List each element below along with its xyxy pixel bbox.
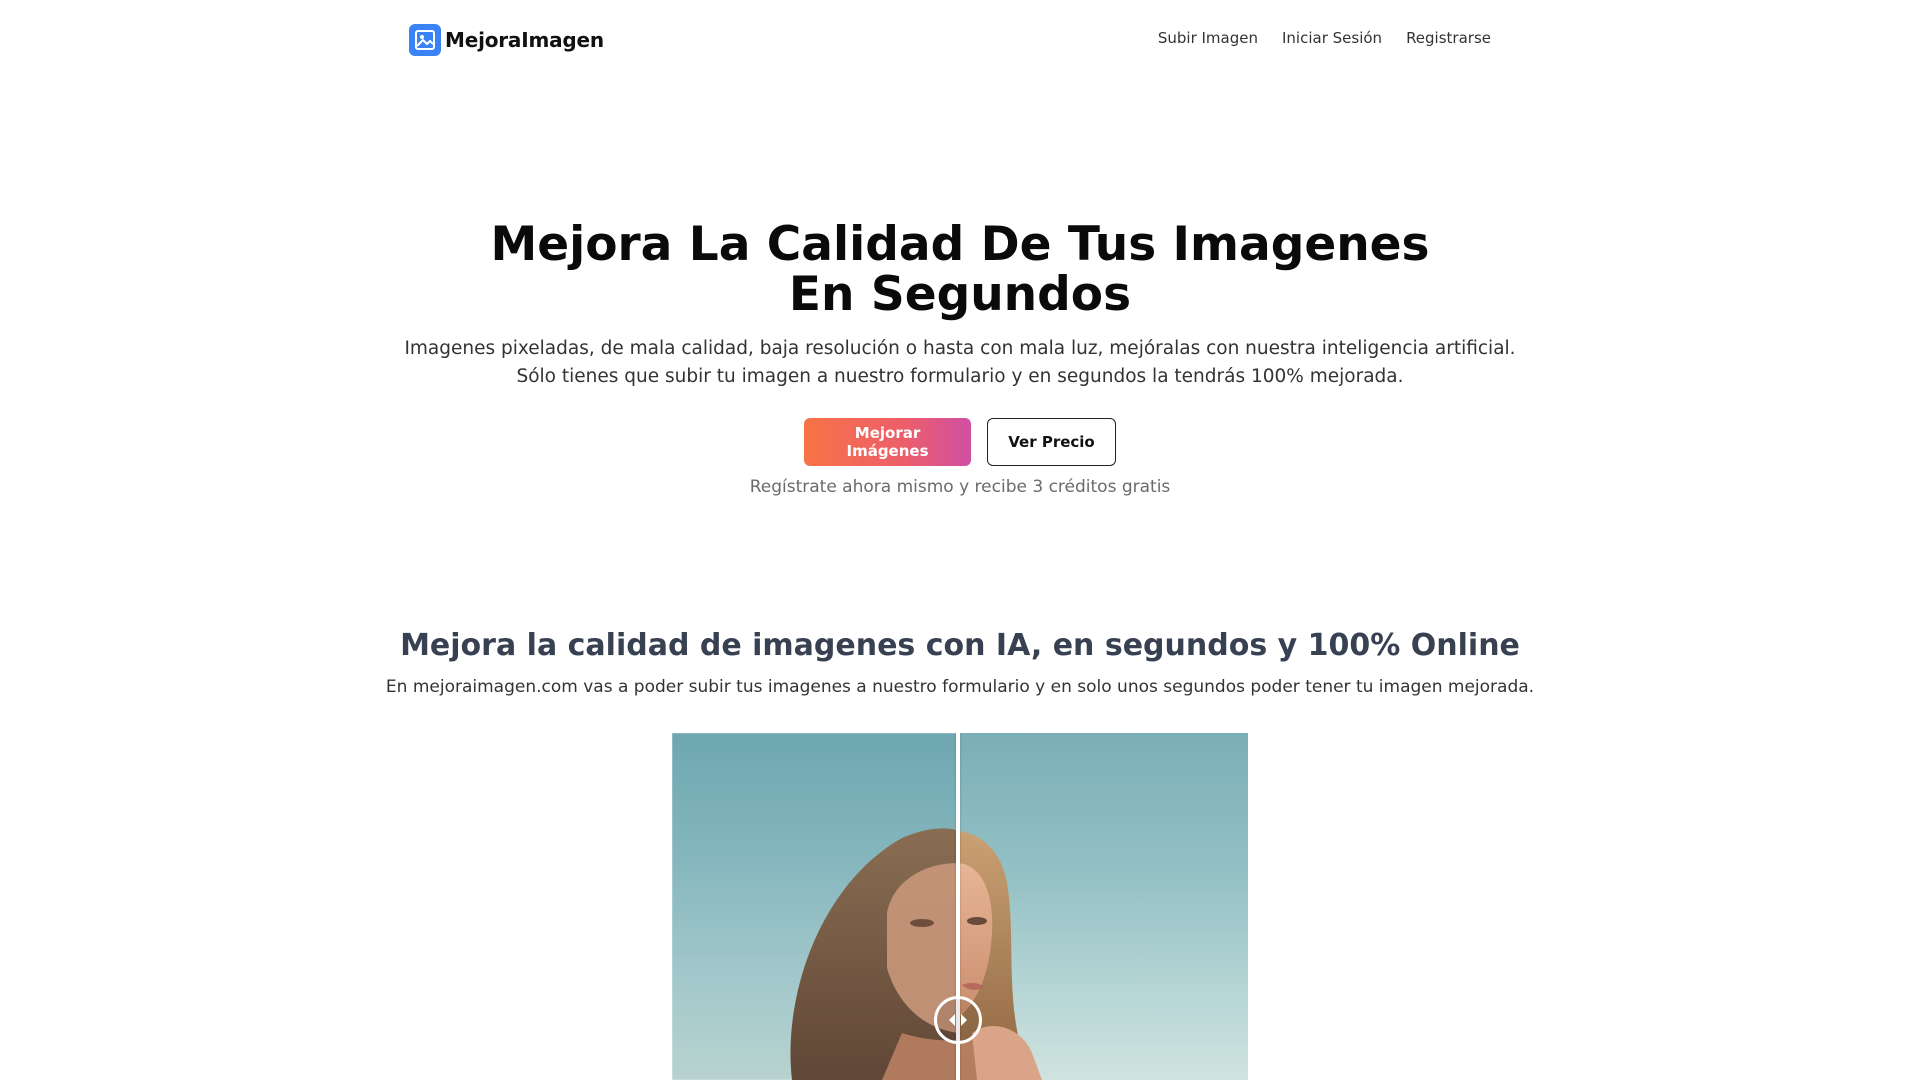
- hero-title-line-1: Mejora La Calidad De Tus Imagenes: [490, 217, 1430, 272]
- nav-registrarse[interactable]: Registrarse: [1406, 29, 1491, 47]
- logo-text: MejoraImagen: [445, 28, 604, 52]
- nav-subir-imagen[interactable]: Subir Imagen: [1158, 29, 1258, 47]
- site-header: MejoraImagen Subir Imagen Iniciar Sesión…: [0, 0, 1920, 80]
- image-icon: [409, 24, 441, 56]
- logo-link[interactable]: MejoraImagen: [409, 24, 604, 56]
- section-description: En mejoraimagen.com vas a poder subir tu…: [385, 677, 1535, 697]
- left-right-arrows-icon[interactable]: [934, 996, 982, 1044]
- ver-precio-button[interactable]: Ver Precio: [987, 418, 1116, 466]
- main-nav: Subir Imagen Iniciar Sesión Registrarse: [1134, 29, 1491, 47]
- nav-iniciar-sesion[interactable]: Iniciar Sesión: [1282, 29, 1382, 47]
- hero-title: Mejora La Calidad De Tus Imagenes En Seg…: [0, 220, 1920, 320]
- mejorar-imagenes-button[interactable]: Mejorar Imágenes: [804, 418, 971, 466]
- hero-description: Imagenes pixeladas, de mala calidad, baj…: [404, 338, 1516, 387]
- hero-title-line-2: En Segundos: [788, 267, 1132, 322]
- hero-buttons: Mejorar Imágenes Ver Precio: [0, 418, 1920, 466]
- signup-note: Regístrate ahora mismo y recibe 3 crédit…: [749, 477, 1171, 497]
- before-after-comparison[interactable]: [672, 733, 1248, 1080]
- section-title: Mejora la calidad de imagenes con IA, en…: [400, 628, 1520, 663]
